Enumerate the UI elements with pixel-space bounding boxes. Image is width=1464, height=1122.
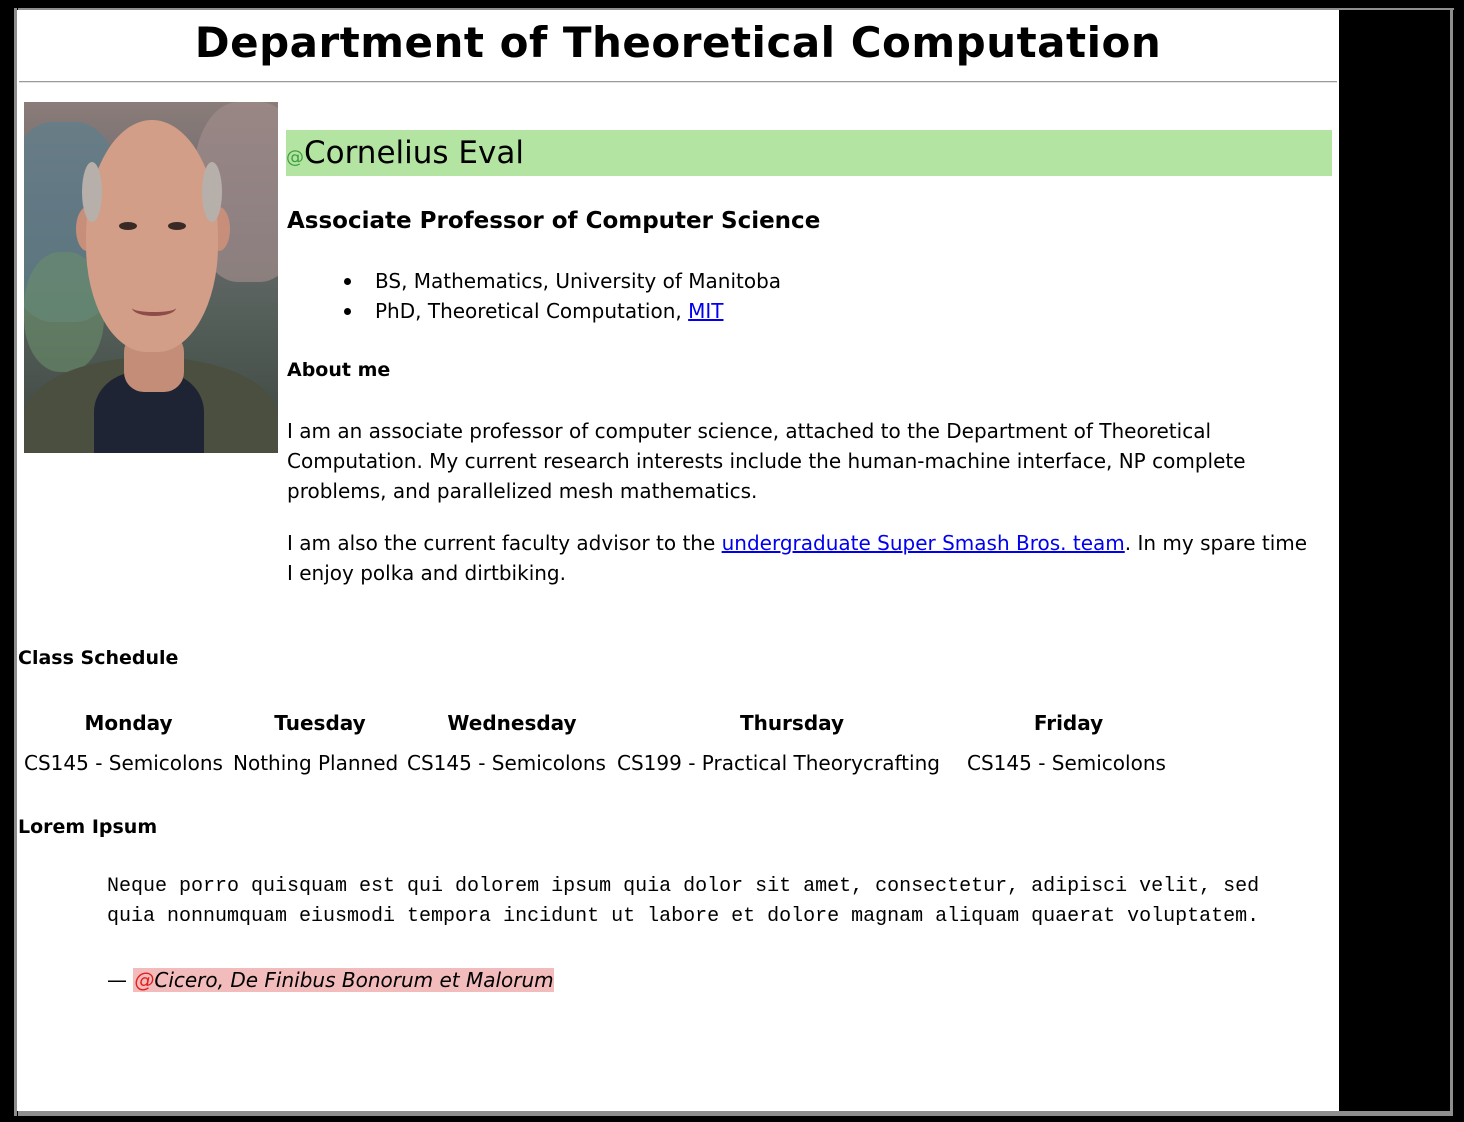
window-frame-right xyxy=(1450,8,1453,1114)
day-header-friday: Friday xyxy=(1033,711,1104,735)
bullet-icon xyxy=(344,308,351,315)
about-paragraph: I am an associate professor of computer … xyxy=(287,419,1246,503)
name-anchor-prefix: @ xyxy=(286,147,304,168)
degree-item: PhD, Theoretical Computation, MIT xyxy=(287,296,781,326)
day-header-wednesday: Wednesday xyxy=(447,711,577,735)
degree-text: PhD, Theoretical Computation, xyxy=(375,299,689,323)
bullet-icon xyxy=(344,278,351,285)
quote-attribution: — @Cicero, De Finibus Bonorum et Malorum xyxy=(107,965,554,995)
lorem-heading: Lorem Ipsum xyxy=(18,816,158,838)
schedule-heading: Class Schedule xyxy=(18,647,179,669)
degree-text: BS, Mathematics, University of Manitoba xyxy=(375,269,782,293)
class-tuesday: Nothing Planned xyxy=(233,751,399,775)
schedule-header-row: Monday Tuesday Wednesday Thursday Friday xyxy=(24,709,1170,749)
schedule-row: CS145 - Semicolons Nothing Planned CS145… xyxy=(24,749,1170,777)
mit-link[interactable]: MIT xyxy=(688,299,723,323)
attribution-dash: — xyxy=(107,968,134,992)
class-monday: CS145 - Semicolons xyxy=(24,751,223,775)
quote-citation: @Cicero, De Finibus Bonorum et Malorum xyxy=(133,968,554,992)
class-wednesday: CS145 - Semicolons xyxy=(407,751,606,775)
degree-item: BS, Mathematics, University of Manitoba xyxy=(287,266,781,296)
profile-photo xyxy=(24,102,278,453)
profile-name: Cornelius Eval xyxy=(304,135,524,171)
about-heading: About me xyxy=(287,359,391,381)
about-paragraph-2: I am also the current faculty advisor to… xyxy=(287,528,1317,588)
degree-list: BS, Mathematics, University of Manitoba … xyxy=(287,266,781,326)
day-header-monday: Monday xyxy=(84,711,173,735)
window-frame-bottom xyxy=(18,1111,1453,1116)
lorem-quote: Neque porro quisquam est qui dolorem ips… xyxy=(107,875,1260,928)
schedule-table: Monday Tuesday Wednesday Thursday Friday… xyxy=(24,709,1170,777)
day-header-tuesday: Tuesday xyxy=(274,711,366,735)
smash-team-link[interactable]: undergraduate Super Smash Bros. team xyxy=(722,531,1125,555)
cite-anchor-prefix: @ xyxy=(134,968,155,992)
day-header-thursday: Thursday xyxy=(739,711,845,735)
class-friday: CS145 - Semicolons xyxy=(967,751,1166,775)
cite-text: Cicero, De Finibus Bonorum et Malorum xyxy=(154,968,554,992)
title-divider xyxy=(19,81,1337,83)
about-text: I am also the current faculty advisor to… xyxy=(287,531,722,555)
profile-name-heading: @Cornelius Eval xyxy=(286,130,1332,176)
page-content: Department of Theoretical Computation @C… xyxy=(17,10,1339,1111)
class-thursday: CS199 - Practical Theorycrafting xyxy=(617,751,940,775)
profile-role: Associate Professor of Computer Science xyxy=(287,208,821,234)
department-title: Department of Theoretical Computation xyxy=(194,18,1162,67)
